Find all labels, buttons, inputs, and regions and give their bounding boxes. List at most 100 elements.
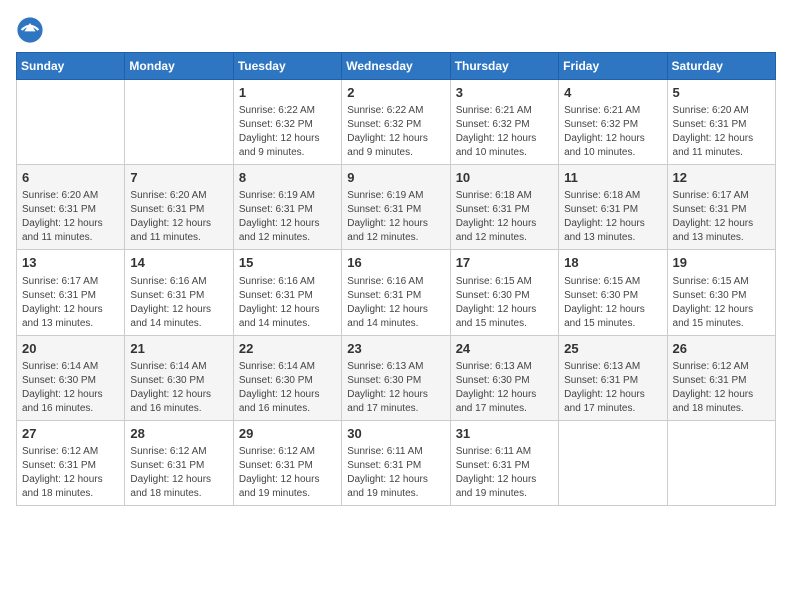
day-number: 14 xyxy=(130,254,227,272)
day-number: 28 xyxy=(130,425,227,443)
day-number: 3 xyxy=(456,84,553,102)
day-info: Sunrise: 6:13 AM xyxy=(564,360,661,374)
logo-icon xyxy=(16,16,44,44)
day-info: Sunset: 6:30 PM xyxy=(564,289,661,303)
calendar-day-cell: 19 Sunrise: 6:15 AMSunset: 6:30 PMDayligh… xyxy=(667,250,775,335)
day-info: Sunset: 6:31 PM xyxy=(347,289,444,303)
day-info: Sunrise: 6:15 AM xyxy=(564,275,661,289)
day-info: Daylight: 12 hours and 14 minutes. xyxy=(130,303,227,331)
day-info: Daylight: 12 hours and 19 minutes. xyxy=(456,473,553,501)
weekday-header: Saturday xyxy=(667,53,775,80)
day-info: Sunset: 6:30 PM xyxy=(22,374,119,388)
day-info: Daylight: 12 hours and 11 minutes. xyxy=(22,217,119,245)
day-info: Sunset: 6:30 PM xyxy=(239,374,336,388)
day-info: Daylight: 12 hours and 17 minutes. xyxy=(564,388,661,416)
calendar-day-cell: 1Sunrise: 6:22 AMSunset: 6:32 PMDaylight… xyxy=(233,80,341,165)
day-number: 25 xyxy=(564,340,661,358)
day-number: 29 xyxy=(239,425,336,443)
day-info: Sunset: 6:31 PM xyxy=(130,289,227,303)
day-info: Sunrise: 6:16 AM xyxy=(347,275,444,289)
day-info: Sunset: 6:31 PM xyxy=(673,203,770,217)
day-info: Daylight: 12 hours and 12 minutes. xyxy=(456,217,553,245)
day-info: Sunrise: 6:16 AM xyxy=(130,275,227,289)
day-info: Sunrise: 6:18 AM xyxy=(456,189,553,203)
day-info: Sunset: 6:30 PM xyxy=(673,289,770,303)
day-info: Sunrise: 6:12 AM xyxy=(22,445,119,459)
day-info: Daylight: 12 hours and 17 minutes. xyxy=(456,388,553,416)
calendar-day-cell: 21Sunrise: 6:14 AMSunset: 6:30 PMDayligh… xyxy=(125,335,233,420)
day-info: Sunrise: 6:19 AM xyxy=(347,189,444,203)
day-info: Sunset: 6:32 PM xyxy=(456,118,553,132)
day-info: Daylight: 12 hours and 16 minutes. xyxy=(22,388,119,416)
day-number: 13 xyxy=(22,254,119,272)
calendar-table: SundayMondayTuesdayWednesdayThursdayFrid… xyxy=(16,52,776,506)
day-info: Daylight: 12 hours and 15 minutes. xyxy=(564,303,661,331)
calendar-day-cell: 9Sunrise: 6:19 AMSunset: 6:31 PMDaylight… xyxy=(342,165,450,250)
calendar-day-cell: 3Sunrise: 6:21 AMSunset: 6:32 PMDaylight… xyxy=(450,80,558,165)
calendar-day-cell: 23Sunrise: 6:13 AMSunset: 6:30 PMDayligh… xyxy=(342,335,450,420)
day-number: 21 xyxy=(130,340,227,358)
calendar-day-cell: 10Sunrise: 6:18 AMSunset: 6:31 PMDayligh… xyxy=(450,165,558,250)
day-number: 8 xyxy=(239,169,336,187)
day-info: Daylight: 12 hours and 16 minutes. xyxy=(130,388,227,416)
calendar-week-row: 6Sunrise: 6:20 AMSunset: 6:31 PMDaylight… xyxy=(17,165,776,250)
day-number: 5 xyxy=(673,84,770,102)
calendar-day-cell: 14 Sunrise: 6:16 AMSunset: 6:31 PMDayligh… xyxy=(125,250,233,335)
day-info: Sunset: 6:31 PM xyxy=(239,203,336,217)
day-info: Sunrise: 6:11 AM xyxy=(456,445,553,459)
day-number: 15 xyxy=(239,254,336,272)
day-info: Sunrise: 6:14 AM xyxy=(130,360,227,374)
calendar-week-row: 1Sunrise: 6:22 AMSunset: 6:32 PMDaylight… xyxy=(17,80,776,165)
calendar-day-cell: 13Sunrise: 6:17 AMSunset: 6:31 PMDayligh… xyxy=(17,250,125,335)
day-info: Sunrise: 6:18 AM xyxy=(564,189,661,203)
day-info: Daylight: 12 hours and 17 minutes. xyxy=(347,388,444,416)
day-number: 20 xyxy=(22,340,119,358)
calendar-week-row: 27Sunrise: 6:12 AMSunset: 6:31 PMDayligh… xyxy=(17,420,776,505)
day-info: Sunset: 6:31 PM xyxy=(22,203,119,217)
day-info: Sunset: 6:31 PM xyxy=(673,374,770,388)
calendar-day-cell xyxy=(17,80,125,165)
calendar-day-cell: 26Sunrise: 6:12 AMSunset: 6:31 PMDayligh… xyxy=(667,335,775,420)
calendar-day-cell: 6Sunrise: 6:20 AMSunset: 6:31 PMDaylight… xyxy=(17,165,125,250)
day-number: 19 xyxy=(673,254,770,272)
day-number: 22 xyxy=(239,340,336,358)
day-info: Sunrise: 6:14 AM xyxy=(22,360,119,374)
day-number: 23 xyxy=(347,340,444,358)
calendar-day-cell: 24Sunrise: 6:13 AMSunset: 6:30 PMDayligh… xyxy=(450,335,558,420)
day-info: Sunset: 6:31 PM xyxy=(673,118,770,132)
day-number: 16 xyxy=(347,254,444,272)
calendar-day-cell xyxy=(667,420,775,505)
day-info: Sunrise: 6:16 AM xyxy=(239,275,336,289)
calendar-day-cell: 12Sunrise: 6:17 AMSunset: 6:31 PMDayligh… xyxy=(667,165,775,250)
day-info: Sunrise: 6:13 AM xyxy=(347,360,444,374)
day-info: Daylight: 12 hours and 12 minutes. xyxy=(347,217,444,245)
day-info: Daylight: 12 hours and 19 minutes. xyxy=(239,473,336,501)
day-info: Daylight: 12 hours and 18 minutes. xyxy=(673,388,770,416)
day-info: Daylight: 12 hours and 19 minutes. xyxy=(347,473,444,501)
day-info: Sunset: 6:31 PM xyxy=(22,459,119,473)
day-number: 24 xyxy=(456,340,553,358)
day-number: 18 xyxy=(564,254,661,272)
day-number: 7 xyxy=(130,169,227,187)
day-info: Sunset: 6:31 PM xyxy=(22,289,119,303)
day-info: Daylight: 12 hours and 13 minutes. xyxy=(564,217,661,245)
calendar-day-cell: 11Sunrise: 6:18 AMSunset: 6:31 PMDayligh… xyxy=(559,165,667,250)
day-info: Sunrise: 6:15 AM xyxy=(673,275,770,289)
day-number: 2 xyxy=(347,84,444,102)
calendar-day-cell: 25Sunrise: 6:13 AMSunset: 6:31 PMDayligh… xyxy=(559,335,667,420)
day-number: 9 xyxy=(347,169,444,187)
day-info: Daylight: 12 hours and 13 minutes. xyxy=(673,217,770,245)
calendar-day-cell: 8Sunrise: 6:19 AMSunset: 6:31 PMDaylight… xyxy=(233,165,341,250)
weekday-header-row: SundayMondayTuesdayWednesdayThursdayFrid… xyxy=(17,53,776,80)
day-info: Sunrise: 6:12 AM xyxy=(130,445,227,459)
day-info: Daylight: 12 hours and 14 minutes. xyxy=(347,303,444,331)
calendar-day-cell: 15Sunrise: 6:16 AMSunset: 6:31 PMDayligh… xyxy=(233,250,341,335)
day-info: Sunrise: 6:12 AM xyxy=(239,445,336,459)
day-info: Daylight: 12 hours and 15 minutes. xyxy=(673,303,770,331)
day-info: Sunrise: 6:22 AM xyxy=(239,104,336,118)
calendar-day-cell: 22Sunrise: 6:14 AMSunset: 6:30 PMDayligh… xyxy=(233,335,341,420)
calendar-week-row: 20Sunrise: 6:14 AMSunset: 6:30 PMDayligh… xyxy=(17,335,776,420)
calendar-day-cell: 27Sunrise: 6:12 AMSunset: 6:31 PMDayligh… xyxy=(17,420,125,505)
day-info: Daylight: 12 hours and 10 minutes. xyxy=(456,132,553,160)
day-info: Sunset: 6:30 PM xyxy=(456,374,553,388)
